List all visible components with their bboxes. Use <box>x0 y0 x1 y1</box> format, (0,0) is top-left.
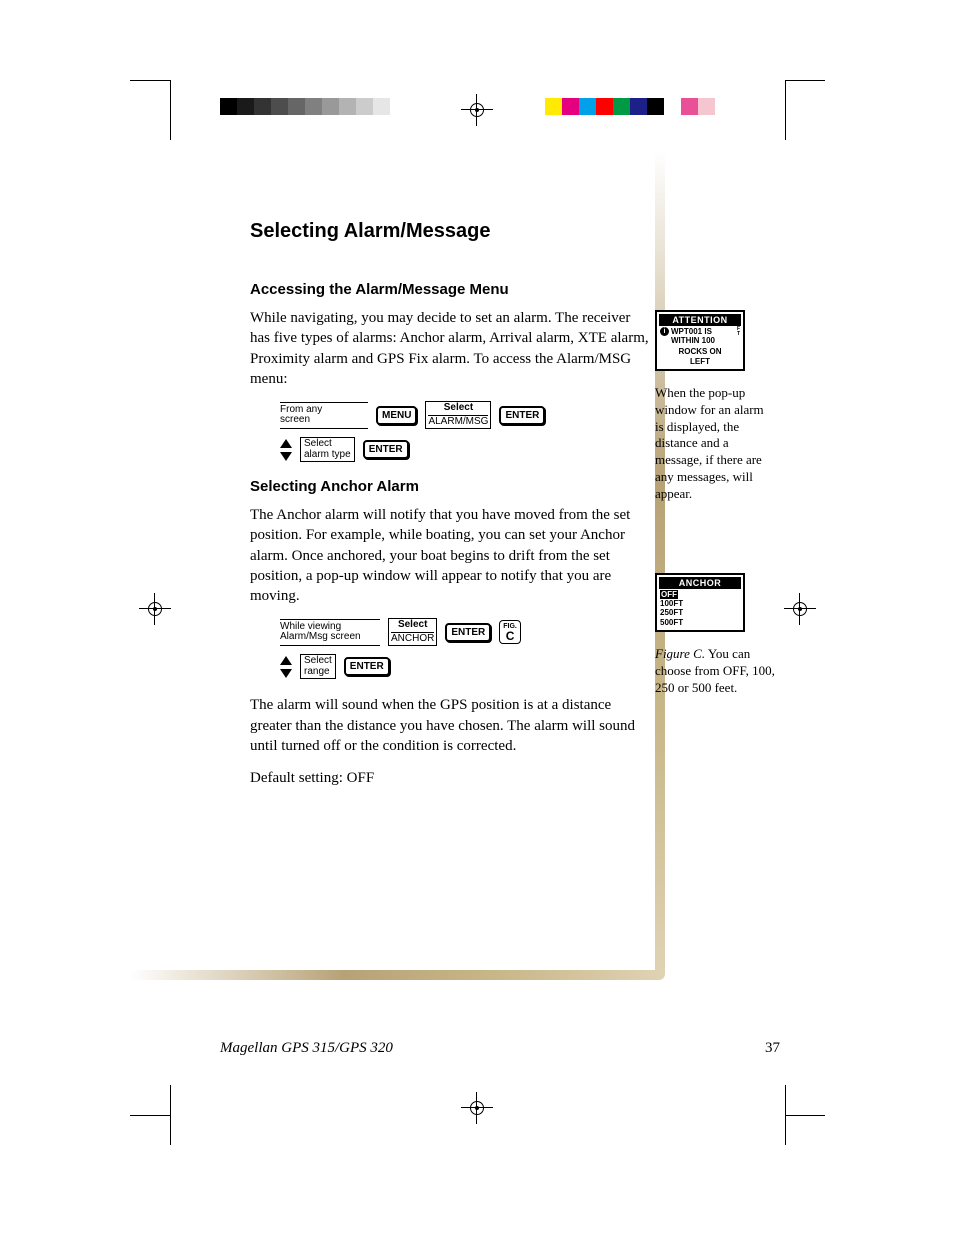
crop-mark <box>785 1085 786 1145</box>
swatch <box>545 98 562 115</box>
caption-attention: When the pop-up window for an alarm is d… <box>655 385 775 503</box>
crop-mark <box>170 1085 171 1145</box>
enter-button: ENTER <box>499 406 545 425</box>
swatch <box>373 98 390 115</box>
attention-line2: ROCKS ON LEFT <box>660 347 740 365</box>
swatch <box>630 98 647 115</box>
attention-line1b: WITHIN 100 <box>671 336 715 345</box>
book-title: Magellan GPS 315/GPS 320 <box>220 1040 393 1057</box>
swatch <box>390 98 407 115</box>
crop-mark <box>130 80 170 81</box>
crop-mark <box>170 80 171 140</box>
seq-label-while-viewing: While viewing Alarm/Msg screen <box>280 619 380 646</box>
select-box-alarm-msg: Select ALARM/MSG <box>425 401 491 429</box>
registration-mark-top <box>467 100 487 120</box>
swatch <box>305 98 322 115</box>
paragraph-default-setting: Default setting: OFF <box>250 768 650 788</box>
anchor-option: OFF <box>660 590 740 599</box>
enter-button: ENTER <box>344 657 390 676</box>
attention-ft: F T <box>737 327 740 337</box>
side-column: ATTENTION i WPT001 IS WITHIN 100 F T ROC… <box>655 310 785 696</box>
sequence-access-menu: From any screen MENU Select ALARM/MSG EN… <box>280 401 650 462</box>
registration-mark-right <box>790 599 810 619</box>
subheading-anchor-alarm: Selecting Anchor Alarm <box>250 478 650 495</box>
swatch <box>254 98 271 115</box>
mini-label-select-alarm-type: Select alarm type <box>300 437 355 462</box>
crop-mark <box>130 1115 170 1116</box>
info-icon: i <box>660 327 669 336</box>
figure-label: Figure C. <box>655 646 705 661</box>
subheading-accessing-menu: Accessing the Alarm/Message Menu <box>250 281 650 298</box>
anchor-option: 100FT <box>660 599 740 608</box>
sequence-anchor-alarm: While viewing Alarm/Msg screen Select AN… <box>280 618 650 679</box>
swatch <box>407 98 424 115</box>
device-header-anchor: ANCHOR <box>659 577 741 589</box>
device-screen-anchor: ANCHOR OFF100FT250FT500FT <box>655 573 745 632</box>
up-down-arrows-icon <box>280 439 292 461</box>
swatch <box>647 98 664 115</box>
swatch <box>339 98 356 115</box>
swatch <box>220 98 237 115</box>
attention-line1a: WPT001 IS <box>671 327 712 336</box>
crop-mark <box>785 1115 825 1116</box>
swatch <box>596 98 613 115</box>
registration-mark-bottom <box>467 1098 487 1118</box>
anchor-option: 500FT <box>660 618 740 627</box>
select-box-anchor: Select ANCHOR <box>388 618 437 646</box>
main-content: Selecting Alarm/Message Accessing the Al… <box>250 220 650 800</box>
page-footer: Magellan GPS 315/GPS 320 37 <box>220 1040 780 1057</box>
menu-button: MENU <box>376 406 417 425</box>
color-bar-grayscale <box>220 98 424 115</box>
swatch <box>288 98 305 115</box>
swatch <box>271 98 288 115</box>
swatch <box>664 98 681 115</box>
mini-label-select-range: Select range <box>300 654 336 679</box>
paragraph-anchor-alarm: The Anchor alarm will notify that you ha… <box>250 505 650 606</box>
crop-mark <box>785 80 825 81</box>
registration-mark-left <box>145 599 165 619</box>
swatch <box>356 98 373 115</box>
enter-button: ENTER <box>363 440 409 459</box>
anchor-option: 250FT <box>660 608 740 617</box>
section-title: Selecting Alarm/Message <box>250 220 650 243</box>
swatch <box>322 98 339 115</box>
swatch <box>698 98 715 115</box>
enter-button: ENTER <box>445 623 491 642</box>
device-header-attention: ATTENTION <box>659 314 741 326</box>
swatch <box>681 98 698 115</box>
swatch <box>613 98 630 115</box>
swatch <box>237 98 254 115</box>
paragraph-access-menu: While navigating, you may decide to set … <box>250 308 650 389</box>
caption-figure-c: Figure C. You can choose from OFF, 100, … <box>655 646 775 697</box>
color-bar-cmyk <box>545 98 715 115</box>
crop-mark <box>785 80 786 140</box>
swatch <box>579 98 596 115</box>
page-number: 37 <box>765 1040 780 1057</box>
paragraph-alarm-sound: The alarm will sound when the GPS positi… <box>250 695 650 756</box>
up-down-arrows-icon <box>280 656 292 678</box>
figure-reference-c: FIG. C <box>499 620 521 644</box>
swatch <box>562 98 579 115</box>
page-border-horizontal <box>130 970 665 980</box>
seq-label-from-any-screen: From any screen <box>280 402 368 429</box>
device-screen-attention: ATTENTION i WPT001 IS WITHIN 100 F T ROC… <box>655 310 745 371</box>
